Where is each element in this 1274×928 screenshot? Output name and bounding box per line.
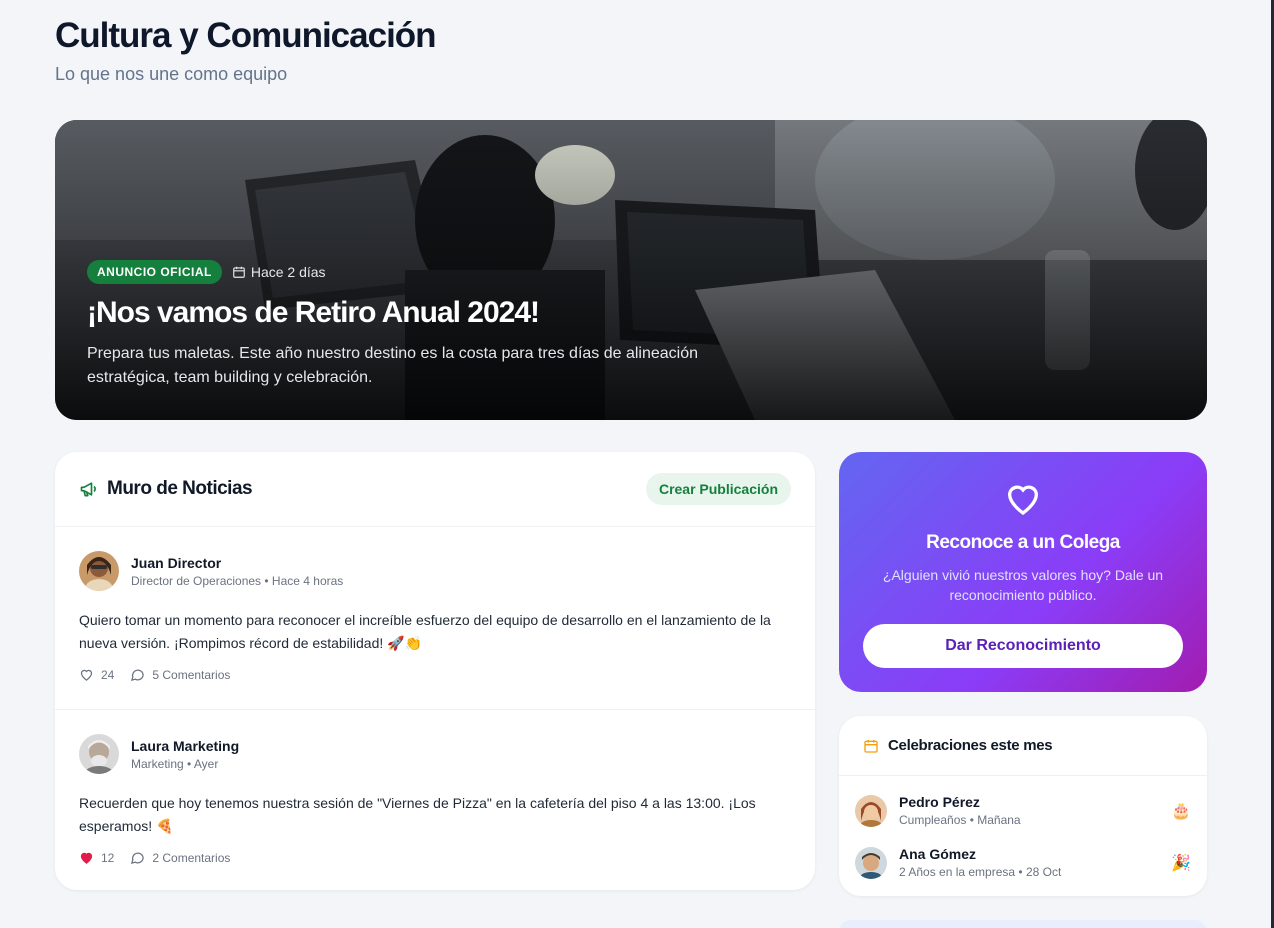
recognition-card: Reconoce a un Colega ¿Alguien vivió nues… [839, 452, 1207, 692]
news-feed-card: Muro de Noticias Crear Publicación Juan … [55, 452, 815, 890]
celebration-detail: Cumpleaños • Mañana [899, 813, 1021, 827]
like-button[interactable]: 12 [79, 850, 114, 865]
celebration-detail: 2 Años en la empresa • 28 Oct [899, 865, 1062, 879]
post-meta: Director de Operaciones • Hace 4 horas [131, 573, 344, 588]
avatar [855, 794, 887, 827]
post-meta: Marketing • Ayer [131, 756, 219, 771]
page-title: Cultura y Comunicación [55, 16, 437, 55]
celebration-item[interactable]: Pedro Pérez Cumpleaños • Mañana 🎂 [855, 794, 1191, 827]
celebrations-title: Celebraciones este mes [888, 737, 1053, 754]
recognition-description: ¿Alguien vivió nuestros valores hoy? Dal… [882, 567, 1164, 603]
celebrations-card: Celebraciones este mes Pedro Pérez Cumpl… [839, 716, 1207, 896]
comment-icon [131, 669, 145, 682]
calendar-icon [864, 739, 878, 753]
like-count: 12 [101, 850, 115, 865]
celebrations-header: Celebraciones este mes [839, 716, 1207, 776]
comments-button[interactable]: 5 Comentarios [130, 667, 230, 682]
hero-date: Hace 2 días [232, 264, 326, 280]
feed-header: Muro de Noticias Crear Publicación [55, 452, 815, 527]
celebration-name: Pedro Pérez [899, 794, 980, 810]
page-subtitle: Lo que nos une como equipo [55, 64, 288, 84]
hero-date-text: Hace 2 días [250, 264, 326, 280]
like-count: 24 [101, 667, 115, 682]
avatar [855, 846, 887, 879]
calendar-icon [232, 266, 245, 278]
party-popper-icon: 🎉 [1171, 854, 1191, 872]
post-author[interactable]: Laura Marketing [131, 738, 239, 754]
hero-description: Prepara tus maletas. Este año nuestro de… [87, 345, 699, 386]
heart-icon [1007, 485, 1039, 516]
post-actions: 12 2 Comentarios [79, 850, 230, 865]
heart-icon [80, 669, 93, 681]
celebration-name: Ana Gómez [899, 846, 977, 862]
avatar[interactable] [79, 734, 119, 774]
comment-count: 5 Comentarios [152, 667, 231, 682]
like-button[interactable]: 24 [79, 667, 114, 682]
post-actions: 24 5 Comentarios [79, 667, 230, 682]
hero-title: ¡Nos vamos de Retiro Anual 2024! [87, 296, 540, 329]
heart-filled-icon [80, 852, 93, 864]
post-body: Quiero tomar un momento para reconocer e… [79, 612, 771, 651]
give-recognition-button[interactable]: Dar Reconocimiento [863, 624, 1183, 668]
comment-icon [131, 852, 145, 865]
feed-title-text: Muro de Noticias [107, 478, 253, 499]
official-badge: ANUNCIO OFICIAL [87, 260, 222, 284]
feed-post: Juan Director Director de Operaciones • … [55, 527, 815, 710]
megaphone-icon [80, 482, 96, 497]
hero-announcement[interactable]: ANUNCIO OFICIAL Hace 2 días ¡Nos vamos d… [55, 120, 1207, 420]
feed-title: Muro de Noticias [79, 478, 253, 500]
create-post-button[interactable]: Crear Publicación [645, 473, 791, 505]
next-card-peek [839, 920, 1207, 928]
cake-icon: 🎂 [1171, 802, 1191, 820]
celebration-item[interactable]: Ana Gómez 2 Años en la empresa • 28 Oct … [855, 846, 1191, 879]
feed-post: Laura Marketing Marketing • Ayer Recuerd… [55, 710, 815, 890]
comment-count: 2 Comentarios [152, 850, 231, 865]
avatar[interactable] [79, 551, 119, 591]
post-body: Recuerden que hoy tenemos nuestra sesión… [79, 795, 756, 834]
hero-meta: ANUNCIO OFICIAL Hace 2 días [87, 260, 326, 284]
post-author[interactable]: Juan Director [131, 555, 343, 571]
comments-button[interactable]: 2 Comentarios [130, 850, 230, 865]
recognition-title: Reconoce a un Colega [926, 532, 1120, 553]
